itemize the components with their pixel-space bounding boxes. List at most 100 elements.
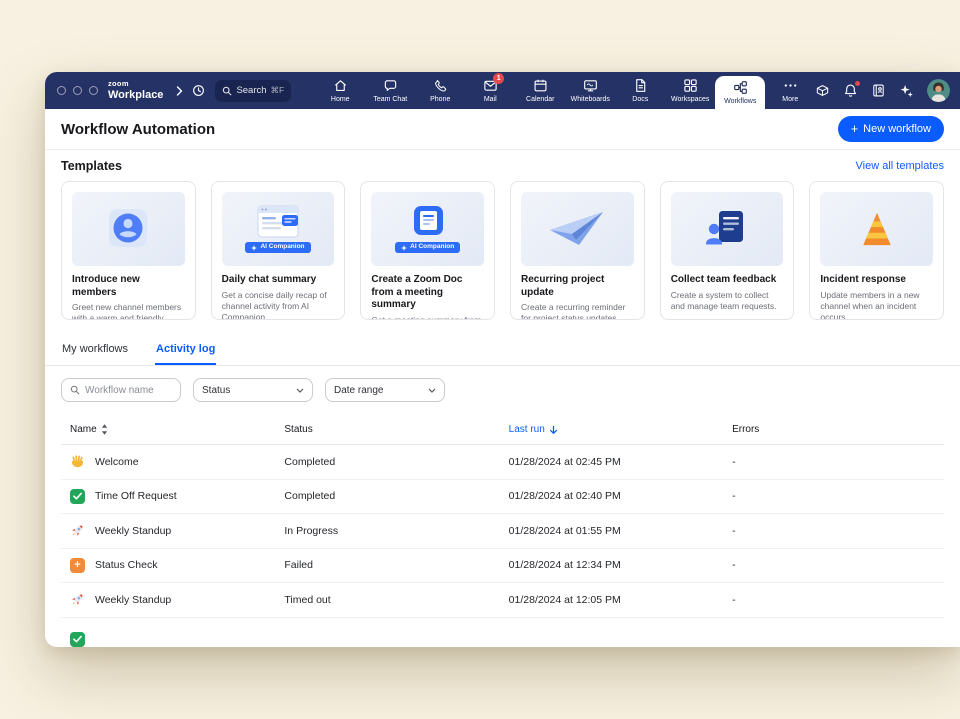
notification-dot — [855, 81, 860, 86]
ai-companion-badge: AI Companion — [395, 242, 460, 253]
filters-bar: Status Date range — [45, 366, 960, 412]
workspaces-icon — [683, 78, 698, 93]
nav-more[interactable]: More — [765, 72, 815, 109]
last-run-cell: 01/28/2024 at 02:45 PM — [509, 456, 732, 468]
table-row-time-off-request[interactable]: Time Off Request Completed 01/28/2024 at… — [61, 480, 944, 515]
nav-phone[interactable]: Phone — [415, 72, 465, 109]
titlebar-right-cluster — [815, 79, 960, 102]
ai-sparkle-icon[interactable] — [899, 83, 914, 98]
last-run-cell: 01/28/2024 at 12:05 PM — [509, 594, 732, 606]
home-icon — [333, 78, 348, 93]
apps-icon[interactable] — [815, 83, 830, 98]
new-workflow-button[interactable]: + New workflow — [838, 116, 944, 142]
status-cell: Failed — [284, 559, 508, 571]
nav-calendar[interactable]: Calendar — [515, 72, 565, 109]
zoom-workplace-window: zoom Workplace Search ⌘F Home — [45, 72, 960, 647]
team-chat-icon — [383, 78, 398, 93]
plus-icon: + — [851, 124, 858, 134]
phone-icon — [433, 78, 448, 93]
template-card-incident-response[interactable]: Incident response Update members in a ne… — [809, 181, 944, 320]
column-header-last-run[interactable]: Last run — [509, 424, 732, 435]
template-card-daily-chat-summary[interactable]: AI Companion Daily chat summary Get a co… — [211, 181, 346, 320]
member-avatar-icon — [105, 207, 151, 251]
history-icon[interactable] — [191, 83, 206, 98]
card-illustration — [72, 192, 185, 266]
card-illustration — [820, 192, 933, 266]
titlebar: zoom Workplace Search ⌘F Home — [45, 72, 960, 109]
chevron-down-icon — [428, 388, 436, 393]
column-header-name[interactable]: Name — [61, 424, 284, 435]
rocket-icon — [70, 523, 85, 538]
nav-workspaces[interactable]: Workspaces — [665, 72, 715, 109]
workflow-name-input[interactable] — [85, 385, 172, 396]
page-title: Workflow Automation — [61, 121, 215, 138]
view-all-templates-link[interactable]: View all templates — [856, 160, 944, 172]
more-icon — [783, 78, 798, 93]
bell-icon[interactable] — [843, 83, 858, 98]
mail-unread-badge: 1 — [493, 73, 504, 84]
template-card-recurring-project-update[interactable]: Recurring project update Create a recurr… — [510, 181, 645, 320]
check-icon — [70, 489, 85, 504]
traffic-cone-icon — [857, 210, 897, 248]
plus-box-icon: + — [70, 558, 85, 573]
errors-cell: - — [732, 490, 944, 502]
nav-team-chat[interactable]: Team Chat — [365, 72, 415, 109]
window-maximize-button[interactable] — [89, 86, 98, 95]
table-row-weekly-standup[interactable]: Weekly Standup In Progress 01/28/2024 at… — [61, 514, 944, 549]
sparkle-icon — [251, 245, 257, 251]
contacts-icon[interactable] — [871, 83, 886, 98]
ai-companion-badge: AI Companion — [245, 242, 310, 253]
table-row-weekly-standup-2[interactable]: Weekly Standup Timed out 01/28/2024 at 1… — [61, 583, 944, 618]
chat-summary-icon — [251, 205, 305, 239]
window-close-button[interactable] — [57, 86, 66, 95]
paper-plane-icon — [548, 209, 606, 249]
card-illustration: AI Companion — [222, 192, 335, 266]
template-card-collect-team-feedback[interactable]: Collect team feedback Create a system to… — [660, 181, 795, 320]
search-icon — [70, 385, 80, 395]
date-range-filter-select[interactable]: Date range — [325, 378, 445, 402]
nav-home[interactable]: Home — [315, 72, 365, 109]
status-cell: Timed out — [284, 594, 508, 606]
global-search[interactable]: Search ⌘F — [215, 80, 291, 102]
nav-whiteboards[interactable]: Whiteboards — [565, 72, 615, 109]
status-filter-select[interactable]: Status — [193, 378, 313, 402]
tab-activity-log[interactable]: Activity log — [155, 333, 216, 365]
search-icon — [222, 86, 232, 96]
check-icon — [70, 632, 85, 647]
template-card-introduce-new-members[interactable]: Introduce new members Greet new channel … — [61, 181, 196, 320]
window-minimize-button[interactable] — [73, 86, 82, 95]
table-row-status-check[interactable]: + Status Check Failed 01/28/2024 at 12:3… — [61, 549, 944, 584]
nav-mail[interactable]: 1 Mail — [465, 72, 515, 109]
search-shortcut: ⌘F — [271, 85, 285, 96]
templates-heading: Templates — [61, 159, 122, 173]
status-cell: Completed — [284, 490, 508, 502]
rocket-icon — [70, 592, 85, 607]
chevron-right-icon[interactable] — [176, 86, 183, 96]
last-run-cell: 01/28/2024 at 02:40 PM — [509, 490, 732, 502]
table-row-partial[interactable] — [61, 618, 944, 647]
avatar[interactable] — [927, 79, 950, 102]
zoom-doc-icon — [408, 205, 448, 239]
table-row-welcome[interactable]: Welcome Completed 01/28/2024 at 02:45 PM… — [61, 445, 944, 480]
errors-cell: - — [732, 525, 944, 537]
wave-icon — [70, 454, 85, 469]
tab-my-workflows[interactable]: My workflows — [61, 333, 129, 365]
top-navigation: Home Team Chat Phone 1 Mail Calend — [315, 72, 815, 109]
status-cell: Completed — [284, 456, 508, 468]
errors-cell: - — [732, 594, 944, 606]
nav-workflows[interactable]: Workflows — [715, 76, 765, 109]
logo-zoom-text: zoom — [108, 80, 163, 88]
workflow-name-search[interactable] — [61, 378, 181, 402]
zoom-workplace-logo: zoom Workplace — [108, 80, 163, 100]
docs-icon — [633, 78, 648, 93]
page-header: Workflow Automation + New workflow — [45, 109, 960, 150]
whiteboards-icon — [583, 78, 598, 93]
errors-cell: - — [732, 456, 944, 468]
column-header-errors: Errors — [732, 424, 944, 435]
template-card-zoom-doc-from-meeting-summary[interactable]: AI Companion Create a Zoom Doc from a me… — [360, 181, 495, 320]
nav-docs[interactable]: Docs — [615, 72, 665, 109]
last-run-cell: 01/28/2024 at 12:34 PM — [509, 559, 732, 571]
card-illustration — [521, 192, 634, 266]
template-cards: Introduce new members Greet new channel … — [61, 181, 944, 320]
activity-log-table: Name Status Last run Errors Welcome — [45, 412, 960, 647]
